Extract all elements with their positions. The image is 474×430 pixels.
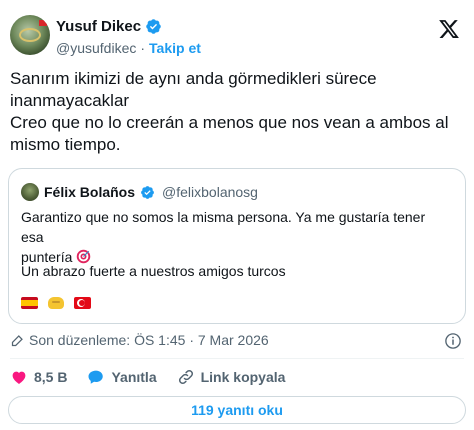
quoted-post-header: Félix Bolaños @felixbolanosg [21,183,258,201]
quoted-text-line2: Un abrazo fuerte a nuestros amigos turco… [21,263,286,279]
quoted-text-line1: Garantizo que no somos la misma persona.… [21,209,426,245]
copy-link-label: Link kopyala [200,369,286,385]
spain-flag-icon [21,297,38,309]
author-avatar[interactable] [10,15,50,55]
verified-badge-icon [146,19,161,34]
like-count: 8,5 B [34,369,68,385]
reply-bubble-icon [88,370,104,384]
heart-icon [12,371,26,384]
author-name-row: Yusuf Dikec [56,18,162,35]
author-handle[interactable]: @yusufdikec [56,40,136,56]
avatar-flag-shape [39,20,47,26]
author-handle-row: @yusufdikec · Takip et [56,40,201,56]
action-bar: 8,5 B Yanıtla Link kopyala [10,368,305,386]
divider [10,358,464,359]
quoted-post-text: Garantizo que no somos la misma persona.… [21,207,451,267]
handshake-icon [48,297,64,309]
quoted-author-avatar[interactable] [21,183,39,201]
reply-label: Yanıtla [111,369,157,385]
post-header: Yusuf Dikec @yusufdikec · Takip et [10,12,464,60]
quoted-post[interactable]: Félix Bolaños @felixbolanosg Garantizo q… [8,168,466,324]
post-text: Sanırım ikimizi de aynı anda görmedikler… [10,69,449,154]
verified-badge-icon [141,185,154,199]
link-icon [178,369,193,385]
x-logo-icon[interactable] [438,18,460,40]
author-display-name[interactable]: Yusuf Dikec [56,18,141,35]
pencil-icon [11,334,23,346]
emoji-row [21,297,91,309]
turkey-flag-icon [74,297,91,309]
read-replies-button[interactable]: 119 yanıtı oku [8,396,466,424]
like-button[interactable]: 8,5 B [10,368,67,386]
edited-info[interactable]: Son düzenleme: ÖS 1:45 · 7 Mar 2026 [10,332,269,348]
info-icon[interactable] [444,332,462,350]
avatar-ring-shape [19,28,41,42]
quoted-author-handle[interactable]: @felixbolanosg [162,184,258,200]
quoted-author-name[interactable]: Félix Bolaños [44,184,135,200]
embedded-post-card: Yusuf Dikec @yusufdikec · Takip et Sanır… [0,0,474,430]
reply-button[interactable]: Yanıtla [87,368,157,386]
separator-dot: · [140,40,146,56]
edited-label: Son düzenleme: ÖS 1:45 · 7 Mar 2026 [29,332,269,348]
follow-link[interactable]: Takip et [149,40,201,56]
copy-link-button[interactable]: Link kopyala [177,368,286,386]
